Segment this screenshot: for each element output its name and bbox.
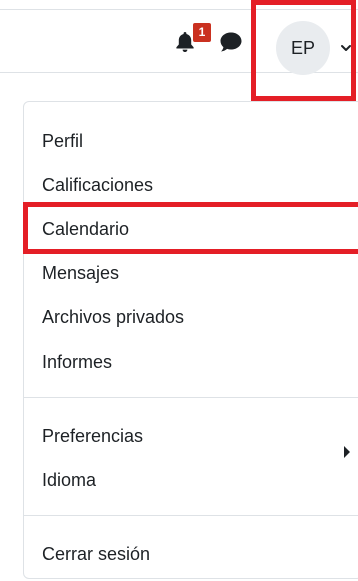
caret-right-icon — [344, 446, 350, 458]
messages-button[interactable] — [219, 31, 243, 53]
menu-item-preferencias[interactable]: Preferencias — [42, 424, 143, 448]
notifications-button[interactable]: 1 — [175, 23, 211, 53]
user-menu-toggle[interactable]: EP — [251, 0, 356, 101]
menu-divider — [24, 515, 358, 516]
menu-item-calendario[interactable]: Calendario — [42, 217, 129, 241]
user-dropdown-menu: Perfil Calificaciones Calendario Mensaje… — [23, 101, 358, 579]
chevron-down-icon — [341, 45, 351, 51]
avatar[interactable]: EP — [276, 21, 330, 75]
menu-item-calificaciones[interactable]: Calificaciones — [42, 173, 153, 197]
menu-item-idioma[interactable]: Idioma — [42, 468, 96, 492]
menu-item-informes[interactable]: Informes — [42, 350, 112, 374]
menu-item-cerrar-sesion[interactable]: Cerrar sesión — [42, 542, 150, 566]
menu-item-archivos-privados[interactable]: Archivos privados — [42, 305, 184, 329]
chat-bubble-icon — [220, 32, 242, 52]
menu-item-perfil[interactable]: Perfil — [42, 129, 83, 153]
notification-count-badge: 1 — [193, 23, 211, 42]
bell-icon — [176, 32, 194, 52]
menu-divider — [24, 397, 358, 398]
menu-item-mensajes[interactable]: Mensajes — [42, 261, 119, 285]
